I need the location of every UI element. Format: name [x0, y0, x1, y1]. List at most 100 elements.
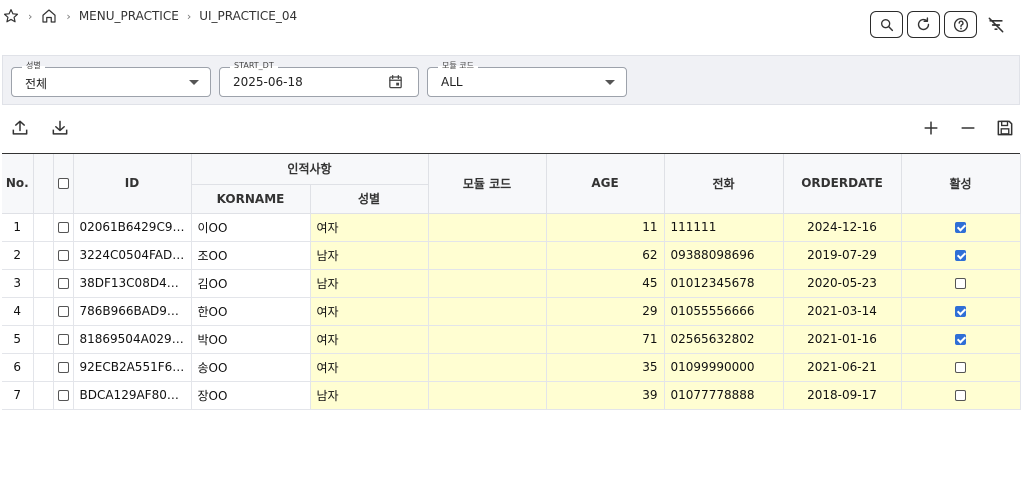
active-checkbox-unchecked[interactable] — [955, 390, 967, 401]
cell-module-code[interactable] — [428, 297, 547, 326]
cell-korname[interactable]: 김OO — [191, 269, 311, 298]
active-checkbox-checked[interactable] — [955, 334, 967, 345]
cell-active[interactable] — [901, 325, 1021, 354]
cell-orderdate[interactable]: 2021-01-16 — [783, 325, 902, 354]
cell-phone[interactable]: 09388098696 — [664, 241, 784, 270]
table-row[interactable]: 1 02061B6429C940… 이OO 여자 11 111111 2024-12-16 — [2, 213, 1021, 242]
cell-row-select[interactable] — [53, 241, 74, 270]
col-header-select-all[interactable] — [53, 154, 74, 214]
select-all-checkbox[interactable] — [57, 178, 69, 190]
cell-age[interactable]: 11 — [546, 213, 665, 242]
cell-id[interactable]: 38DF13C08D4F4… — [73, 269, 192, 298]
cell-gender[interactable]: 여자 — [310, 353, 429, 382]
cell-active[interactable] — [901, 241, 1021, 270]
table-row[interactable]: 4 786B966BAD914… 한OO 여자 29 01055556666 2021-03… — [2, 297, 1021, 326]
cell-id[interactable]: BDCA129AF8074… — [73, 381, 192, 410]
active-checkbox-unchecked[interactable] — [955, 278, 967, 289]
col-header-no[interactable]: No. — [2, 154, 34, 214]
cell-gender[interactable]: 남자 — [310, 269, 429, 298]
star-icon[interactable] — [2, 7, 20, 25]
cell-phone[interactable]: 111111 — [664, 213, 784, 242]
col-header-korname[interactable]: KORNAME — [191, 184, 311, 214]
cell-row-select[interactable] — [53, 325, 74, 354]
table-row[interactable]: 5 81869504A02944… 박OO 여자 71 02565632802 2021-0… — [2, 325, 1021, 354]
cell-row-select[interactable] — [53, 381, 74, 410]
home-icon[interactable] — [40, 7, 58, 25]
cell-id[interactable]: 81869504A02944… — [73, 325, 192, 354]
cell-phone[interactable]: 01055556666 — [664, 297, 784, 326]
active-checkbox-checked[interactable] — [955, 222, 967, 233]
cell-row-select[interactable] — [53, 269, 74, 298]
cell-active[interactable] — [901, 269, 1021, 298]
cell-active[interactable] — [901, 297, 1021, 326]
cell-orderdate[interactable]: 2018-09-17 — [783, 381, 902, 410]
row-select-checkbox[interactable] — [57, 250, 69, 261]
breadcrumb-item-menu[interactable]: MENU_PRACTICE — [79, 9, 179, 23]
active-checkbox-checked[interactable] — [955, 250, 967, 261]
col-header-gender[interactable]: 성별 — [310, 184, 429, 214]
cell-korname[interactable]: 장OO — [191, 381, 311, 410]
cell-module-code[interactable] — [428, 269, 547, 298]
cell-age[interactable]: 39 — [546, 381, 665, 410]
cell-age[interactable]: 29 — [546, 297, 665, 326]
table-row[interactable]: 7 BDCA129AF8074… 장OO 남자 39 01077778888 2018-09… — [2, 381, 1021, 410]
col-header-orderdate[interactable]: ORDERDATE — [783, 154, 902, 214]
cell-orderdate[interactable]: 2021-03-14 — [783, 297, 902, 326]
calendar-icon[interactable] — [387, 73, 404, 91]
cell-orderdate[interactable]: 2019-07-29 — [783, 241, 902, 270]
table-row[interactable]: 6 92ECB2A551F641… 송OO 여자 35 01099990000 2021-0… — [2, 353, 1021, 382]
cell-age[interactable]: 45 — [546, 269, 665, 298]
cell-korname[interactable]: 송OO — [191, 353, 311, 382]
cell-id[interactable]: 92ECB2A551F641… — [73, 353, 192, 382]
cell-active[interactable] — [901, 353, 1021, 382]
cell-module-code[interactable] — [428, 381, 547, 410]
cell-orderdate[interactable]: 2020-05-23 — [783, 269, 902, 298]
cell-age[interactable]: 62 — [546, 241, 665, 270]
remove-row-icon[interactable] — [958, 118, 978, 138]
cell-gender[interactable]: 여자 — [310, 297, 429, 326]
row-select-checkbox[interactable] — [57, 222, 69, 233]
cell-id[interactable]: 786B966BAD914… — [73, 297, 192, 326]
search-button[interactable] — [870, 11, 903, 38]
cell-module-code[interactable] — [428, 325, 547, 354]
cell-gender[interactable]: 여자 — [310, 325, 429, 354]
cell-korname[interactable]: 이OO — [191, 213, 311, 242]
save-icon[interactable] — [995, 118, 1015, 138]
cell-active[interactable] — [901, 381, 1021, 410]
cell-korname[interactable]: 박OO — [191, 325, 311, 354]
upload-icon[interactable] — [10, 118, 30, 138]
row-select-checkbox[interactable] — [57, 334, 69, 345]
cell-phone[interactable]: 02565632802 — [664, 325, 784, 354]
cell-module-code[interactable] — [428, 213, 547, 242]
cell-phone[interactable]: 01077778888 — [664, 381, 784, 410]
row-select-checkbox[interactable] — [57, 306, 69, 317]
cell-row-select[interactable] — [53, 353, 74, 382]
cell-orderdate[interactable]: 2024-12-16 — [783, 213, 902, 242]
row-select-checkbox[interactable] — [57, 278, 69, 289]
cell-gender[interactable]: 남자 — [310, 241, 429, 270]
col-header-id[interactable]: ID — [73, 154, 192, 214]
col-header-module-code[interactable]: 모듈 코드 — [428, 154, 547, 214]
cell-phone[interactable]: 01012345678 — [664, 269, 784, 298]
cell-korname[interactable]: 한OO — [191, 297, 311, 326]
col-header-age[interactable]: AGE — [546, 154, 665, 214]
add-row-icon[interactable] — [921, 118, 941, 138]
cell-row-select[interactable] — [53, 213, 74, 242]
cell-age[interactable]: 71 — [546, 325, 665, 354]
start-date-field[interactable]: START_DT 2025-06-18 — [219, 59, 419, 97]
col-header-phone[interactable]: 전화 — [664, 154, 784, 214]
active-checkbox-unchecked[interactable] — [955, 362, 967, 373]
row-select-checkbox[interactable] — [57, 390, 69, 401]
row-select-checkbox[interactable] — [57, 362, 69, 373]
refresh-button[interactable] — [907, 11, 940, 38]
cell-module-code[interactable] — [428, 241, 547, 270]
cell-module-code[interactable] — [428, 353, 547, 382]
table-row[interactable]: 2 3224C0504FAD48… 조OO 남자 62 09388098696 2019-0… — [2, 241, 1021, 270]
module-code-select[interactable]: 모듈 코드 ALL — [427, 59, 627, 97]
active-checkbox-checked[interactable] — [955, 306, 967, 317]
download-icon[interactable] — [50, 118, 70, 138]
table-row[interactable]: 3 38DF13C08D4F4… 김OO 남자 45 01012345678 2020-05… — [2, 269, 1021, 298]
cell-phone[interactable]: 01099990000 — [664, 353, 784, 382]
filter-off-button[interactable] — [981, 11, 1011, 38]
cell-row-select[interactable] — [53, 297, 74, 326]
